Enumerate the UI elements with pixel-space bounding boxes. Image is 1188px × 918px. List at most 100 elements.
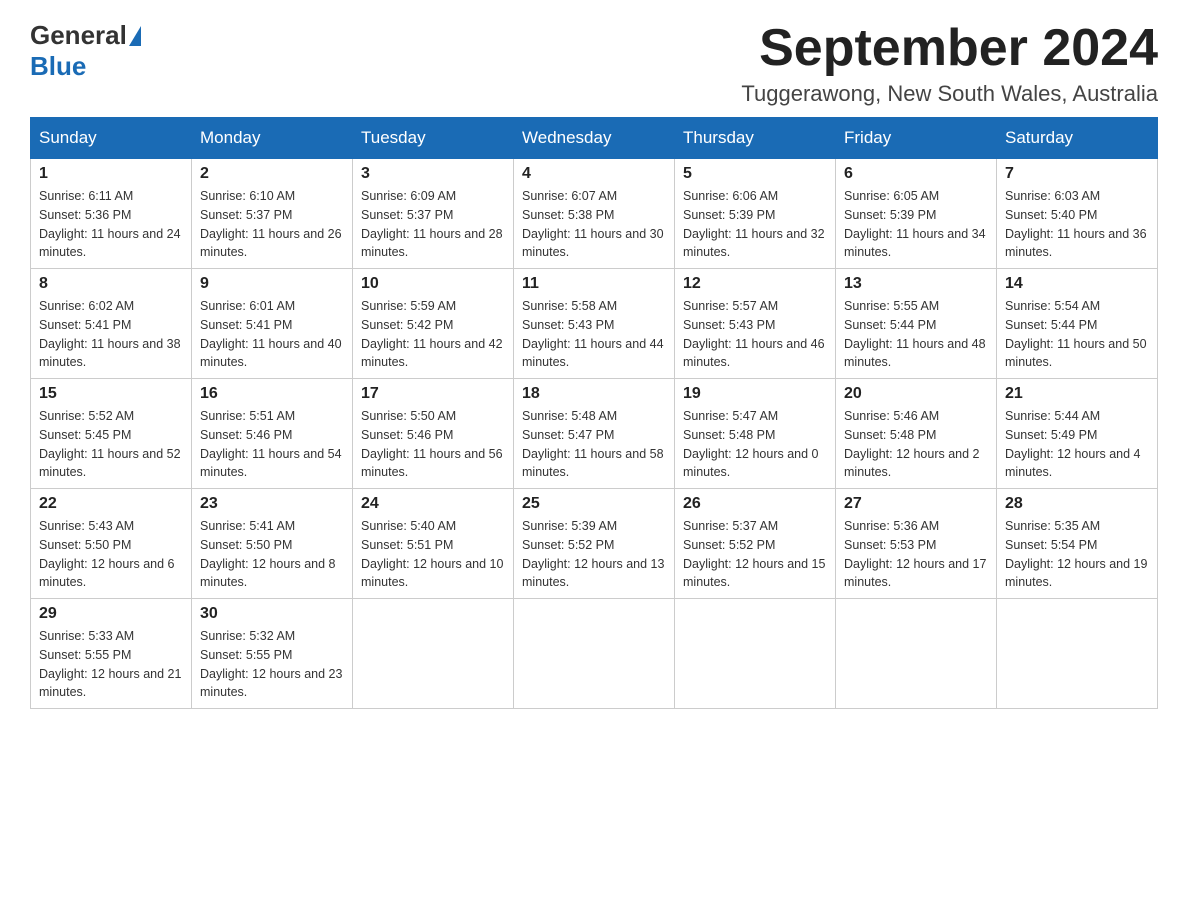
calendar-cell: 30Sunrise: 5:32 AMSunset: 5:55 PMDayligh… bbox=[192, 599, 353, 709]
calendar-cell bbox=[675, 599, 836, 709]
calendar-week-row: 29 Sunrise: 5:33 AMSunset: 5:55 PMDayligh… bbox=[31, 599, 1158, 709]
calendar-cell: 17 Sunrise: 5:50 AMSunset: 5:46 PMDayligh… bbox=[353, 379, 514, 489]
day-number: 29 bbox=[39, 605, 183, 623]
day-number: 4 bbox=[522, 165, 666, 183]
calendar-day-header: Sunday bbox=[31, 118, 192, 159]
day-info: Sunrise: 5:52 AMSunset: 5:45 PMDaylight:… bbox=[39, 407, 183, 482]
day-number: 16 bbox=[200, 385, 344, 403]
day-info: Sunrise: 5:35 AMSunset: 5:54 PMDaylight:… bbox=[1005, 517, 1149, 592]
day-number: 26 bbox=[683, 495, 827, 513]
calendar-cell: 27 Sunrise: 5:36 AMSunset: 5:53 PMDayligh… bbox=[836, 489, 997, 599]
month-title: September 2024 bbox=[741, 20, 1158, 77]
calendar-cell: 24 Sunrise: 5:40 AMSunset: 5:51 PMDayligh… bbox=[353, 489, 514, 599]
day-info: Sunrise: 5:51 AMSunset: 5:46 PMDaylight:… bbox=[200, 407, 344, 482]
day-info: Sunrise: 5:55 AMSunset: 5:44 PMDaylight:… bbox=[844, 297, 988, 372]
title-block: September 2024 Tuggerawong, New South Wa… bbox=[741, 20, 1158, 107]
day-info: Sunrise: 5:39 AMSunset: 5:52 PMDaylight:… bbox=[522, 517, 666, 592]
page-header: General Blue September 2024 Tuggerawong,… bbox=[30, 20, 1158, 107]
day-info: Sunrise: 5:36 AMSunset: 5:53 PMDaylight:… bbox=[844, 517, 988, 592]
calendar-cell: 7 Sunrise: 6:03 AMSunset: 5:40 PMDaylight… bbox=[997, 159, 1158, 269]
calendar-table: SundayMondayTuesdayWednesdayThursdayFrid… bbox=[30, 117, 1158, 709]
calendar-cell: 18 Sunrise: 5:48 AMSunset: 5:47 PMDayligh… bbox=[514, 379, 675, 489]
day-info: Sunrise: 6:03 AMSunset: 5:40 PMDaylight:… bbox=[1005, 187, 1149, 262]
day-info: Sunrise: 6:09 AMSunset: 5:37 PMDaylight:… bbox=[361, 187, 505, 262]
day-number: 25 bbox=[522, 495, 666, 513]
calendar-cell: 4 Sunrise: 6:07 AMSunset: 5:38 PMDaylight… bbox=[514, 159, 675, 269]
logo: General Blue bbox=[30, 20, 143, 82]
day-info: Sunrise: 6:06 AMSunset: 5:39 PMDaylight:… bbox=[683, 187, 827, 262]
day-info: Sunrise: 5:50 AMSunset: 5:46 PMDaylight:… bbox=[361, 407, 505, 482]
logo-general-text: General bbox=[30, 20, 127, 51]
calendar-cell bbox=[514, 599, 675, 709]
day-info: Sunrise: 5:48 AMSunset: 5:47 PMDaylight:… bbox=[522, 407, 666, 482]
calendar-day-header: Wednesday bbox=[514, 118, 675, 159]
day-number: 28 bbox=[1005, 495, 1149, 513]
calendar-week-row: 15 Sunrise: 5:52 AMSunset: 5:45 PMDayligh… bbox=[31, 379, 1158, 489]
location-title: Tuggerawong, New South Wales, Australia bbox=[741, 81, 1158, 107]
day-number: 1 bbox=[39, 165, 183, 183]
calendar-cell: 14Sunrise: 5:54 AMSunset: 5:44 PMDayligh… bbox=[997, 269, 1158, 379]
day-number: 13 bbox=[844, 275, 988, 293]
day-info: Sunrise: 5:58 AMSunset: 5:43 PMDaylight:… bbox=[522, 297, 666, 372]
day-info: Sunrise: 6:07 AMSunset: 5:38 PMDaylight:… bbox=[522, 187, 666, 262]
day-info: Sunrise: 5:54 AMSunset: 5:44 PMDaylight:… bbox=[1005, 297, 1149, 372]
day-number: 19 bbox=[683, 385, 827, 403]
calendar-cell: 15 Sunrise: 5:52 AMSunset: 5:45 PMDayligh… bbox=[31, 379, 192, 489]
calendar-cell bbox=[353, 599, 514, 709]
day-number: 17 bbox=[361, 385, 505, 403]
day-info: Sunrise: 6:01 AMSunset: 5:41 PMDaylight:… bbox=[200, 297, 344, 372]
day-number: 6 bbox=[844, 165, 988, 183]
day-number: 12 bbox=[683, 275, 827, 293]
calendar-cell: 22 Sunrise: 5:43 AMSunset: 5:50 PMDayligh… bbox=[31, 489, 192, 599]
day-info: Sunrise: 6:05 AMSunset: 5:39 PMDaylight:… bbox=[844, 187, 988, 262]
calendar-cell: 20 Sunrise: 5:46 AMSunset: 5:48 PMDayligh… bbox=[836, 379, 997, 489]
day-number: 22 bbox=[39, 495, 183, 513]
calendar-cell: 16 Sunrise: 5:51 AMSunset: 5:46 PMDayligh… bbox=[192, 379, 353, 489]
day-number: 8 bbox=[39, 275, 183, 293]
day-info: Sunrise: 5:40 AMSunset: 5:51 PMDaylight:… bbox=[361, 517, 505, 592]
logo-blue-text: Blue bbox=[30, 51, 86, 81]
day-number: 7 bbox=[1005, 165, 1149, 183]
day-info: Sunrise: 5:46 AMSunset: 5:48 PMDaylight:… bbox=[844, 407, 988, 482]
calendar-week-row: 8 Sunrise: 6:02 AMSunset: 5:41 PMDaylight… bbox=[31, 269, 1158, 379]
day-info: Sunrise: 6:02 AMSunset: 5:41 PMDaylight:… bbox=[39, 297, 183, 372]
day-info: Sunrise: 6:10 AMSunset: 5:37 PMDaylight:… bbox=[200, 187, 344, 262]
day-info: Sunrise: 5:47 AMSunset: 5:48 PMDaylight:… bbox=[683, 407, 827, 482]
day-number: 30 bbox=[200, 605, 344, 623]
calendar-day-header: Friday bbox=[836, 118, 997, 159]
calendar-cell: 19 Sunrise: 5:47 AMSunset: 5:48 PMDayligh… bbox=[675, 379, 836, 489]
day-number: 2 bbox=[200, 165, 344, 183]
day-info: Sunrise: 5:37 AMSunset: 5:52 PMDaylight:… bbox=[683, 517, 827, 592]
calendar-week-row: 1Sunrise: 6:11 AMSunset: 5:36 PMDaylight… bbox=[31, 159, 1158, 269]
day-number: 10 bbox=[361, 275, 505, 293]
day-number: 3 bbox=[361, 165, 505, 183]
day-info: Sunrise: 5:59 AMSunset: 5:42 PMDaylight:… bbox=[361, 297, 505, 372]
calendar-cell: 28 Sunrise: 5:35 AMSunset: 5:54 PMDayligh… bbox=[997, 489, 1158, 599]
day-number: 20 bbox=[844, 385, 988, 403]
day-info: Sunrise: 5:44 AMSunset: 5:49 PMDaylight:… bbox=[1005, 407, 1149, 482]
calendar-cell: 13 Sunrise: 5:55 AMSunset: 5:44 PMDayligh… bbox=[836, 269, 997, 379]
day-number: 23 bbox=[200, 495, 344, 513]
calendar-cell: 25 Sunrise: 5:39 AMSunset: 5:52 PMDayligh… bbox=[514, 489, 675, 599]
day-info: Sunrise: 5:41 AMSunset: 5:50 PMDaylight:… bbox=[200, 517, 344, 592]
day-number: 24 bbox=[361, 495, 505, 513]
calendar-week-row: 22 Sunrise: 5:43 AMSunset: 5:50 PMDayligh… bbox=[31, 489, 1158, 599]
calendar-cell: 23 Sunrise: 5:41 AMSunset: 5:50 PMDayligh… bbox=[192, 489, 353, 599]
day-number: 27 bbox=[844, 495, 988, 513]
calendar-cell: 5Sunrise: 6:06 AMSunset: 5:39 PMDaylight… bbox=[675, 159, 836, 269]
day-info: Sunrise: 5:33 AMSunset: 5:55 PMDaylight:… bbox=[39, 627, 183, 702]
day-info: Sunrise: 5:43 AMSunset: 5:50 PMDaylight:… bbox=[39, 517, 183, 592]
calendar-cell: 3 Sunrise: 6:09 AMSunset: 5:37 PMDaylight… bbox=[353, 159, 514, 269]
calendar-cell: 29 Sunrise: 5:33 AMSunset: 5:55 PMDayligh… bbox=[31, 599, 192, 709]
calendar-cell: 9Sunrise: 6:01 AMSunset: 5:41 PMDaylight… bbox=[192, 269, 353, 379]
calendar-cell: 8 Sunrise: 6:02 AMSunset: 5:41 PMDaylight… bbox=[31, 269, 192, 379]
logo-triangle-icon bbox=[129, 26, 141, 46]
day-number: 18 bbox=[522, 385, 666, 403]
calendar-cell: 21Sunrise: 5:44 AMSunset: 5:49 PMDayligh… bbox=[997, 379, 1158, 489]
day-number: 11 bbox=[522, 275, 666, 293]
calendar-cell bbox=[997, 599, 1158, 709]
day-number: 15 bbox=[39, 385, 183, 403]
calendar-cell: 6 Sunrise: 6:05 AMSunset: 5:39 PMDaylight… bbox=[836, 159, 997, 269]
calendar-day-header: Tuesday bbox=[353, 118, 514, 159]
calendar-day-header: Thursday bbox=[675, 118, 836, 159]
